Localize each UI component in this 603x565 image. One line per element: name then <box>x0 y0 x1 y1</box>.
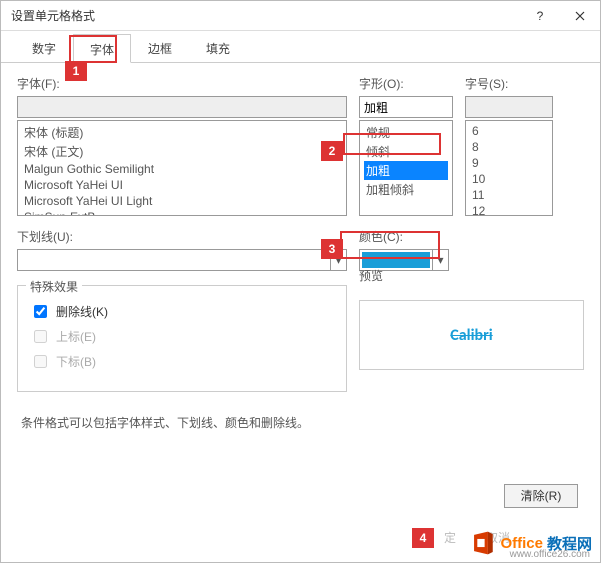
size-input[interactable] <box>465 96 553 118</box>
font-column: 字体(F): 宋体 (标题)宋体 (正文)Malgun Gothic Semil… <box>17 75 347 216</box>
help-button[interactable]: ? <box>520 1 560 31</box>
tab-font[interactable]: 字体 <box>73 34 131 63</box>
font-listbox[interactable]: 宋体 (标题)宋体 (正文)Malgun Gothic SemilightMic… <box>17 120 347 216</box>
brand-url: www.office26.com <box>510 549 590 560</box>
font-list-item[interactable]: SimSun-ExtB <box>22 209 342 216</box>
callout-4: 4 <box>412 528 434 548</box>
clear-button[interactable]: 清除(R) <box>504 484 578 508</box>
size-list-item[interactable]: 6 <box>470 123 548 139</box>
tab-fill[interactable]: 填充 <box>189 33 247 62</box>
style-list-item[interactable]: 常规 <box>364 123 448 142</box>
style-label: 字形(O): <box>359 75 453 92</box>
chevron-down-icon: ▾ <box>335 253 341 267</box>
size-label: 字号(S): <box>465 75 553 92</box>
size-list-item[interactable]: 10 <box>470 171 548 187</box>
office-logo-icon <box>470 530 496 556</box>
font-input[interactable] <box>17 96 347 118</box>
style-list-item[interactable]: 倾斜 <box>364 142 448 161</box>
strike-label: 删除线(K) <box>56 303 108 320</box>
size-list-item[interactable]: 12 <box>470 203 548 216</box>
size-list-item[interactable]: 9 <box>470 155 548 171</box>
font-list-item[interactable]: 宋体 (正文) <box>22 142 342 161</box>
font-list-item[interactable]: 宋体 (标题) <box>22 123 342 142</box>
note-text: 条件格式可以包括字体样式、下划线、颜色和删除线。 <box>21 414 584 431</box>
tab-border[interactable]: 边框 <box>131 33 189 62</box>
font-list-item[interactable]: Microsoft YaHei UI Light <box>22 193 342 209</box>
dialog-body: 字体(F): 宋体 (标题)宋体 (正文)Malgun Gothic Semil… <box>1 63 600 443</box>
style-list-item[interactable]: 加粗 <box>364 161 448 180</box>
preview-column: 预览 Calibri <box>359 285 584 392</box>
underline-column: 下划线(U): ▾ <box>17 228 347 271</box>
font-list-item[interactable]: Malgun Gothic Semilight <box>22 161 342 177</box>
font-label: 字体(F): <box>17 75 347 92</box>
color-column: 颜色(C): ▾ <box>359 228 469 271</box>
preview-box: Calibri <box>359 300 584 370</box>
ok-button[interactable]: 定 <box>444 529 456 546</box>
underline-combo[interactable] <box>17 249 331 271</box>
close-icon <box>575 11 585 21</box>
superscript-checkbox[interactable] <box>34 330 47 343</box>
underline-label: 下划线(U): <box>17 228 347 245</box>
preview-text: Calibri <box>450 326 492 345</box>
underline-dropdown-arrow[interactable]: ▾ <box>331 249 347 271</box>
style-column: 字形(O): 常规倾斜加粗加粗倾斜 <box>359 75 453 216</box>
strike-checkbox[interactable] <box>34 305 47 318</box>
format-cells-dialog: 设置单元格格式 ? 数字 字体 边框 填充 字体(F): 宋体 (标题)宋体 (… <box>0 0 601 563</box>
size-list-item[interactable]: 8 <box>470 139 548 155</box>
font-list-item[interactable]: Microsoft YaHei UI <box>22 177 342 193</box>
superscript-label: 上标(E) <box>56 328 96 345</box>
style-listbox[interactable]: 常规倾斜加粗加粗倾斜 <box>359 120 453 216</box>
color-swatch <box>362 252 430 268</box>
subscript-label: 下标(B) <box>56 353 96 370</box>
color-label: 颜色(C): <box>359 228 469 245</box>
strike-checkbox-row[interactable]: 删除线(K) <box>30 302 334 321</box>
superscript-checkbox-row[interactable]: 上标(E) <box>30 327 334 346</box>
style-input[interactable] <box>359 96 453 118</box>
effects-preview-row: 特殊效果 删除线(K) 上标(E) 下标(B) 预览 Calibri <box>17 271 584 392</box>
effects-legend: 特殊效果 <box>26 278 82 295</box>
close-button[interactable] <box>560 1 600 31</box>
effects-fieldset: 特殊效果 删除线(K) 上标(E) 下标(B) <box>17 285 347 392</box>
size-list-item[interactable]: 11 <box>470 187 548 203</box>
subscript-checkbox-row[interactable]: 下标(B) <box>30 352 334 371</box>
preview-label: 预览 <box>359 267 584 284</box>
style-list-item[interactable]: 加粗倾斜 <box>364 180 448 199</box>
dialog-title: 设置单元格格式 <box>11 7 520 24</box>
chevron-down-icon: ▾ <box>437 253 443 267</box>
underline-color-row: 下划线(U): ▾ 颜色(C): ▾ <box>17 228 584 271</box>
tab-strip: 数字 字体 边框 填充 <box>1 33 600 63</box>
titlebar: 设置单元格格式 ? <box>1 1 600 31</box>
tab-number[interactable]: 数字 <box>15 33 73 62</box>
size-listbox[interactable]: 689101112 <box>465 120 553 216</box>
font-row: 字体(F): 宋体 (标题)宋体 (正文)Malgun Gothic Semil… <box>17 75 584 216</box>
subscript-checkbox[interactable] <box>34 355 47 368</box>
size-column: 字号(S): 689101112 <box>465 75 553 216</box>
